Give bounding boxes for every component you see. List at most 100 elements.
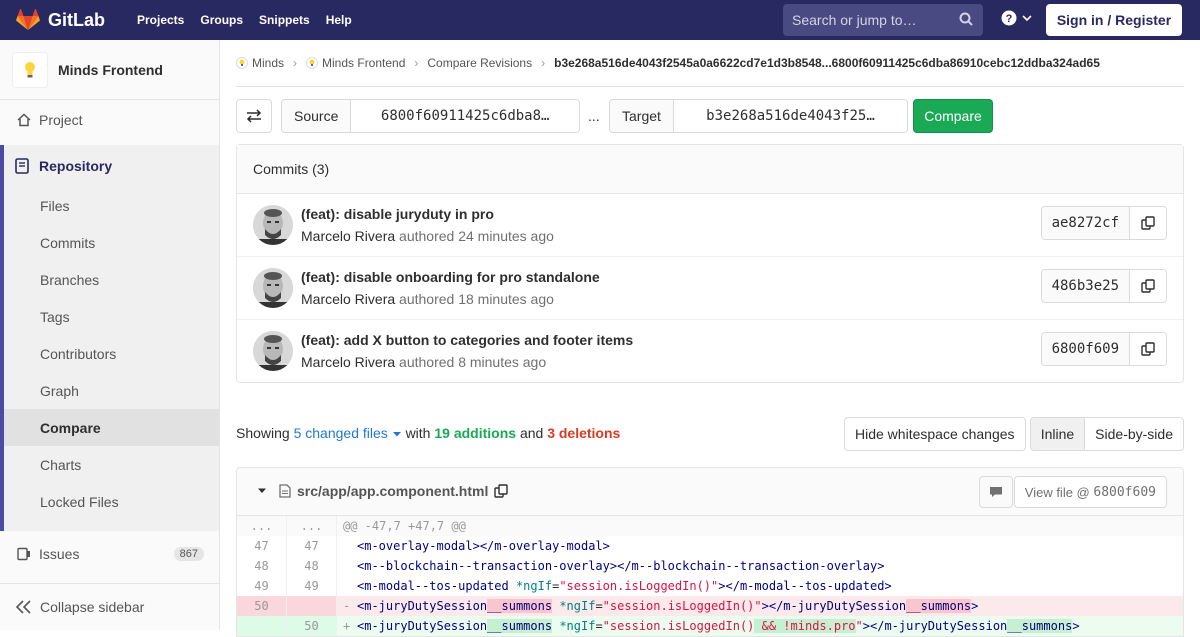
sidebar-item-branches[interactable]: Branches [4, 261, 219, 298]
breadcrumb: Minds › Minds Frontend › Compare Revisio… [236, 40, 1184, 87]
commit-title[interactable]: (feat): disable onboarding for pro stand… [301, 269, 600, 285]
nav-groups[interactable]: Groups [192, 0, 251, 40]
and-label: and [519, 425, 544, 441]
view-file-button[interactable]: View file @ 6800f609 [1013, 476, 1167, 508]
search-input[interactable]: Search or jump to… [783, 4, 983, 36]
main-content: Minds › Minds Frontend › Compare Revisio… [236, 40, 1184, 637]
sidebar-item-tags[interactable]: Tags [4, 298, 219, 335]
sidebar-item-repository[interactable]: Repository [4, 145, 219, 187]
old-line-number[interactable]: 48 [237, 556, 287, 576]
compare-form: Source 6800f60911425c6dba8… ... Target b… [236, 99, 1184, 133]
svg-text:?: ? [1006, 13, 1013, 25]
commit-author[interactable]: Marcelo Rivera [301, 291, 395, 307]
author-avatar[interactable] [253, 268, 293, 308]
diff-code: <m--blockchain--transaction-overlay></m-… [357, 559, 885, 573]
copy-sha-button[interactable] [1130, 270, 1166, 302]
group-avatar-icon [236, 57, 248, 69]
commit-sha[interactable]: 486b3e25 [1041, 270, 1130, 302]
new-line-number[interactable]: 49 [287, 576, 337, 596]
copy-path-icon[interactable] [494, 484, 509, 498]
new-line-number[interactable]: 48 [287, 556, 337, 576]
commit-sha-group: 6800f609 [1040, 332, 1167, 366]
diff-summary: Showing 5 changed files with 19 addition… [236, 417, 1184, 451]
toggle-comments-button[interactable] [979, 476, 1013, 508]
commit-author[interactable]: Marcelo Rivera [301, 354, 395, 370]
commit-sha[interactable]: ae8272cf [1041, 207, 1130, 239]
author-avatar[interactable] [253, 205, 293, 245]
new-line-number[interactable]: 50 [287, 616, 337, 636]
commit-author[interactable]: Marcelo Rivera [301, 228, 395, 244]
source-revision-field[interactable]: Source 6800f60911425c6dba8… [281, 99, 580, 133]
help-dropdown[interactable]: ? [1001, 10, 1033, 26]
commit-title[interactable]: (feat): disable juryduty in pro [301, 206, 494, 222]
copy-sha-button[interactable] [1130, 333, 1166, 365]
breadcrumb-current[interactable]: b3e268a516de4043f2545a0a6622cd7e1d3b8548… [554, 56, 1100, 70]
nav-projects[interactable]: Projects [129, 0, 192, 40]
search-placeholder: Search or jump to… [792, 12, 917, 28]
author-avatar[interactable] [253, 331, 293, 371]
sidebar-item-graph[interactable]: Graph [4, 372, 219, 409]
target-value[interactable]: b3e268a516de4043f25… [674, 100, 907, 132]
diff-file-header: src/app/app.component.html View file @ 6… [237, 468, 1183, 516]
diff-stats: Showing 5 changed files with 19 addition… [236, 425, 620, 441]
sidebar-item-locked-files[interactable]: Locked Files [4, 483, 219, 520]
file-path[interactable]: src/app/app.component.html [297, 483, 488, 499]
sidebar-item-issues[interactable]: Issues 867 [0, 534, 219, 574]
gitlab-tanuki-icon [16, 9, 40, 30]
commit-row: (feat): disable juryduty in pro Marcelo R… [237, 194, 1183, 257]
commit-row: (feat): add X button to categories and f… [237, 320, 1183, 383]
sidebar-item-project[interactable]: Project [0, 100, 219, 140]
with-label: with [405, 425, 431, 441]
gitlab-logo[interactable]: GitLab [16, 9, 120, 31]
breadcrumb-minds[interactable]: Minds [236, 56, 284, 70]
nav-help[interactable]: Help [318, 0, 360, 40]
changed-files-label: 5 changed files [293, 425, 388, 441]
copy-icon [1141, 216, 1155, 230]
diff-table: ... ... @@ -47,7 +47,7 @@ 47 47 <m-overla… [237, 516, 1183, 636]
old-line-number[interactable]: 50 [237, 596, 287, 616]
diff-line-context: 47 47 <m-overlay-modal></m-overlay-modal> [237, 536, 1183, 556]
sidebar-item-commits[interactable]: Commits [4, 224, 219, 261]
side-by-side-button[interactable]: Side-by-side [1085, 418, 1183, 450]
commits-panel: Commits (3) (feat): disable juryduty in … [236, 144, 1184, 383]
lightbulb-icon [25, 61, 35, 77]
commit-sha[interactable]: 6800f609 [1041, 333, 1130, 365]
old-line-number[interactable]: 47 [237, 536, 287, 556]
breadcrumb-label: Minds Frontend [322, 56, 406, 70]
old-line-number[interactable]: 49 [237, 576, 287, 596]
project-avatar [12, 51, 48, 88]
swap-revisions-button[interactable] [236, 99, 272, 133]
inline-view-button[interactable]: Inline [1030, 418, 1086, 450]
breadcrumb-label: Minds [252, 56, 285, 70]
view-file-label: View file @ [1024, 484, 1090, 500]
commit-meta: Marcelo Rivera authored 24 minutes ago [301, 228, 554, 244]
collapse-sidebar-button[interactable]: Collapse sidebar [0, 583, 219, 630]
diff-line-removed: 50 - <m-juryDutySession__summons *ngIf="s… [237, 596, 1183, 616]
sidebar-item-files[interactable]: Files [4, 187, 219, 224]
commit-sha-group: ae8272cf [1040, 206, 1167, 240]
deletions-count: 3 deletions [547, 425, 621, 441]
sidebar-item-charts[interactable]: Charts [4, 446, 219, 483]
nav-snippets[interactable]: Snippets [251, 0, 318, 40]
home-icon [16, 112, 32, 128]
target-revision-field[interactable]: Target b3e268a516de4043f25… [609, 99, 908, 133]
hide-whitespace-button[interactable]: Hide whitespace changes [844, 417, 1026, 451]
view-file-sha: 6800f609 [1093, 484, 1156, 500]
breadcrumb-project[interactable]: Minds Frontend [306, 56, 405, 70]
diff-code: - <m-juryDutySession__summons *ngIf="sess… [337, 596, 1183, 616]
sidebar-item-contributors[interactable]: Contributors [4, 335, 219, 372]
compare-button[interactable]: Compare [913, 99, 993, 133]
collapse-caret-icon[interactable] [257, 487, 267, 495]
breadcrumb-compare-revisions[interactable]: Compare Revisions [427, 56, 532, 70]
commit-title[interactable]: (feat): add X button to categories and f… [301, 332, 633, 348]
sidebar-section-repository: Repository Files Commits Branches Tags C… [0, 145, 219, 531]
double-chevron-left-icon [16, 600, 31, 614]
sign-in-button[interactable]: Sign in / Register [1046, 4, 1182, 36]
new-line-number[interactable]: 47 [287, 536, 337, 556]
sidebar-item-compare[interactable]: Compare [4, 409, 219, 446]
source-value[interactable]: 6800f60911425c6dba8… [351, 100, 579, 132]
sidebar-project-header[interactable]: Minds Frontend [0, 40, 219, 100]
search-icon [959, 12, 973, 26]
changed-files-dropdown[interactable]: 5 changed files [294, 425, 402, 441]
copy-sha-button[interactable] [1130, 207, 1166, 239]
